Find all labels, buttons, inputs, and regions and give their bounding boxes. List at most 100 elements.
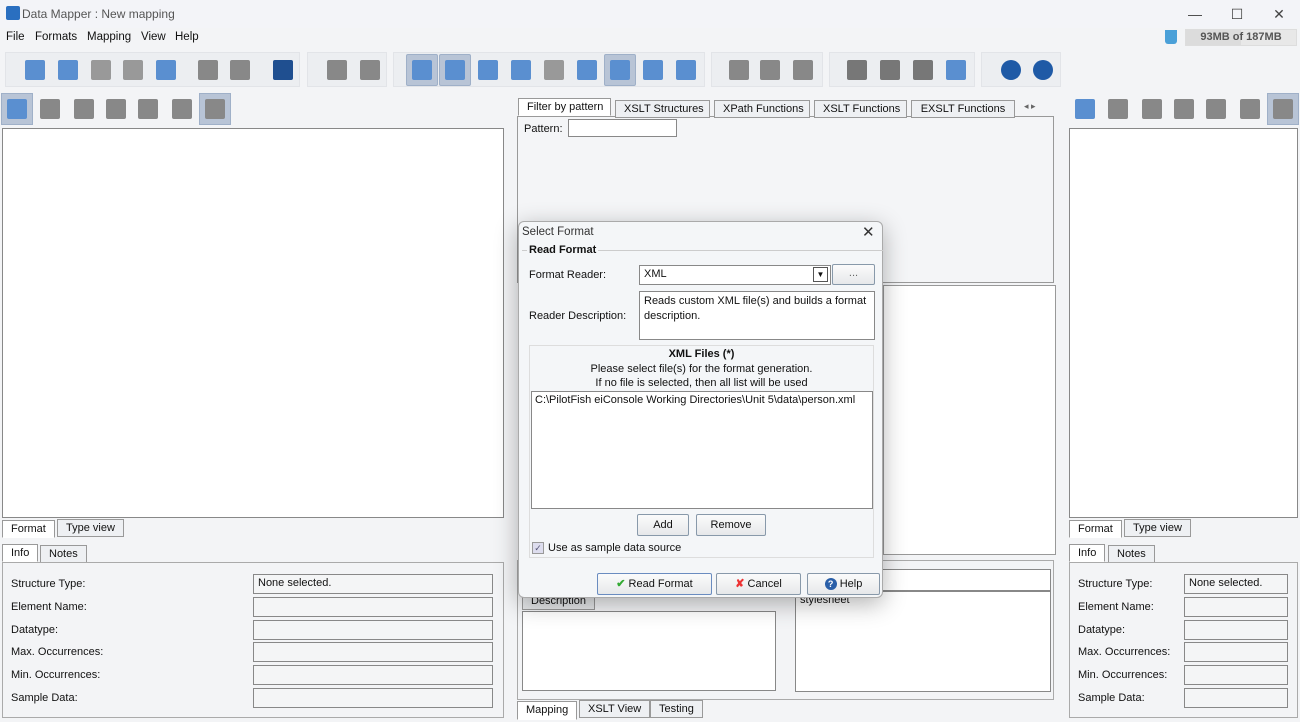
undo-icon: [198, 60, 218, 80]
toolbar-button-copy[interactable]: [757, 57, 783, 83]
sample-data-checkbox[interactable]: ✓: [532, 542, 544, 554]
tab-mapping[interactable]: Mapping: [517, 701, 578, 720]
left-side-button-2[interactable]: [68, 93, 100, 125]
right-side-button-0[interactable]: [1069, 93, 1101, 125]
maximize-button[interactable]: ☐: [1222, 4, 1252, 24]
dialog-close-icon[interactable]: ✕: [862, 223, 875, 241]
menu-file[interactable]: File: [6, 31, 25, 43]
tab-notes-left[interactable]: Notes: [40, 545, 87, 563]
cancel-button[interactable]: ✘ Cancel: [716, 573, 801, 595]
menu-formats[interactable]: Formats: [35, 31, 77, 43]
toolbar-button-paste[interactable]: [790, 57, 816, 83]
right-side-button-3[interactable]: [1168, 93, 1200, 125]
toolbar-button-xml[interactable]: [604, 54, 636, 86]
read-format-button[interactable]: ✔ Read Format: [597, 573, 712, 595]
target-format-tree[interactable]: [1069, 128, 1298, 518]
tab-notes-right[interactable]: Notes: [1108, 545, 1155, 563]
format-reader-select[interactable]: XML ▼: [639, 265, 831, 285]
tab-center-0[interactable]: Filter by pattern: [518, 98, 611, 116]
prop-field: [1184, 597, 1288, 617]
toolbar-button-align-left[interactable]: [844, 57, 870, 83]
tab-center-4[interactable]: EXSLT Functions: [911, 100, 1015, 118]
toolbar-button-database[interactable]: [673, 57, 699, 83]
db-add-icon: [327, 60, 347, 80]
toolbar-button-undo[interactable]: [195, 57, 221, 83]
about-icon: [1033, 60, 1053, 80]
tab-info-left[interactable]: Info: [2, 544, 39, 562]
file-list-item[interactable]: C:\PilotFish eiConsole Working Directori…: [535, 394, 869, 406]
tab-type-view-right[interactable]: Type view: [1124, 519, 1191, 537]
toolbar-button-open[interactable]: [55, 57, 81, 83]
right-side-button-1[interactable]: [1102, 93, 1134, 125]
toolbar-button-db-settings[interactable]: [357, 57, 383, 83]
left-side-button-5[interactable]: [166, 93, 198, 125]
tab-testing[interactable]: Testing: [650, 700, 703, 718]
xml-files-hint-2: If no file is selected, then all list wi…: [595, 377, 808, 389]
menu-help[interactable]: Help: [175, 31, 199, 43]
toolbar-button-color-view[interactable]: [439, 54, 471, 86]
right-side-button-4[interactable]: [1200, 93, 1232, 125]
tab-center-3[interactable]: XSLT Functions: [814, 100, 907, 118]
tab-format-right[interactable]: Format: [1069, 520, 1122, 538]
left-side-button-4[interactable]: [132, 93, 164, 125]
left-side-button-6[interactable]: [199, 93, 231, 125]
toolbar-button-save-as[interactable]: [120, 57, 146, 83]
description-area[interactable]: [522, 611, 776, 691]
add-button[interactable]: Add: [637, 514, 689, 536]
chevron-down-icon[interactable]: ▼: [813, 267, 828, 282]
prop-field: [253, 597, 493, 617]
remove-button[interactable]: Remove: [696, 514, 766, 536]
toolbar-button-exit[interactable]: [270, 57, 296, 83]
tab-scroll-arrows[interactable]: ◂ ▸: [1024, 101, 1036, 112]
toolbar-button-help[interactable]: [998, 57, 1024, 83]
menu-view[interactable]: View: [141, 31, 166, 43]
tab-center-2[interactable]: XPath Functions: [714, 100, 810, 118]
mapping-canvas[interactable]: [883, 285, 1056, 555]
minimize-button[interactable]: —: [1180, 4, 1210, 24]
toolbar-button-about[interactable]: [1030, 57, 1056, 83]
left-side-button-1[interactable]: [34, 93, 66, 125]
source-format-tree[interactable]: [2, 128, 504, 518]
prop-field: [253, 620, 493, 640]
xml-files-list[interactable]: C:\PilotFish eiConsole Working Directori…: [531, 391, 873, 509]
right-side-button-6[interactable]: [1267, 93, 1299, 125]
help-button[interactable]: ? Help: [807, 573, 880, 595]
left-side-button-0[interactable]: [1, 93, 33, 125]
title-bar: Data Mapper : New mapping — ☐ ✕: [0, 0, 1300, 28]
stylesheet-area[interactable]: stylesheet: [795, 591, 1051, 692]
toolbar-button-doc[interactable]: [574, 57, 600, 83]
toolbar-button-xslt[interactable]: [508, 57, 534, 83]
close-button[interactable]: ✕: [1264, 4, 1294, 24]
garbage-collect-icon[interactable]: [1165, 30, 1177, 44]
check-icon: ✔: [616, 578, 626, 590]
tab-info-right[interactable]: Info: [1069, 544, 1106, 562]
menu-mapping[interactable]: Mapping: [87, 31, 131, 43]
toolbar-button-cut[interactable]: [726, 57, 752, 83]
prop-field: None selected.: [1184, 574, 1288, 594]
toolbar-button-align-right[interactable]: [910, 57, 936, 83]
toolbar-button-list[interactable]: [475, 57, 501, 83]
left-side-button-3[interactable]: [100, 93, 132, 125]
prop-field: [253, 665, 493, 685]
toolbar-button-info-view[interactable]: [406, 54, 438, 86]
menu-bar: File Formats Mapping View Help: [0, 28, 1300, 48]
tab-type-view-left[interactable]: Type view: [57, 519, 124, 537]
toolbar-button-new-format[interactable]: [22, 57, 48, 83]
right-side-button-5[interactable]: [1234, 93, 1266, 125]
right-side-button-2[interactable]: [1136, 93, 1168, 125]
toolbar-button-grid[interactable]: [640, 57, 666, 83]
toolbar-button-save-disabled[interactable]: [88, 57, 114, 83]
browse-reader-button[interactable]: ...: [832, 264, 875, 285]
toolbar-button-align-center[interactable]: [877, 57, 903, 83]
toolbar-button-stack[interactable]: [943, 57, 969, 83]
xml-icon: [610, 60, 630, 80]
tab-center-1[interactable]: XSLT Structures: [615, 100, 710, 118]
toolbar-button-db-add[interactable]: [324, 57, 350, 83]
pattern-input[interactable]: [568, 119, 677, 137]
tab-xslt-view[interactable]: XSLT View: [579, 700, 651, 718]
xml-files-title: XML Files (*): [668, 348, 735, 360]
toolbar-button-save-xslt[interactable]: [541, 57, 567, 83]
toolbar-button-new-xls[interactable]: [153, 57, 179, 83]
tab-format-left[interactable]: Format: [2, 520, 55, 538]
toolbar-button-redo[interactable]: [227, 57, 253, 83]
